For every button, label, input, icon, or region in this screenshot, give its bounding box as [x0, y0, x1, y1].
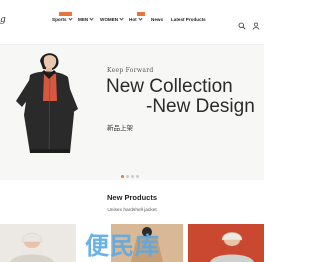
products-section-subtitle: Unisex hardshell jacket [107, 208, 157, 213]
nav-item-women[interactable]: WOMEN [100, 16, 124, 22]
nav-label-latest-products: Latest Products [171, 17, 206, 22]
chevron-down-icon [89, 16, 94, 21]
chevron-down-icon [67, 16, 73, 21]
chevron-down-icon [119, 16, 124, 21]
carousel-dot-3[interactable] [131, 175, 134, 178]
nav-item-men[interactable]: MEN [78, 16, 94, 22]
nav-badge-hot [137, 12, 145, 16]
brand-logo[interactable]: g [0, 15, 6, 25]
hero-kicker: Keep Forward [107, 67, 154, 74]
nav-item-latest-products[interactable]: Latest Products [171, 17, 206, 22]
product-card-3[interactable] [188, 224, 264, 262]
hero-subtitle: 新品上架 [107, 125, 133, 132]
product-image-3 [210, 232, 254, 262]
chevron-down-icon [138, 16, 143, 21]
nav-label-men: MEN [78, 17, 89, 22]
carousel-dot-4[interactable] [136, 175, 139, 178]
carousel-dot-1[interactable] [121, 175, 124, 178]
nav-label-sports: Sports [52, 17, 67, 22]
hero-model-image [16, 53, 78, 154]
product-card-1[interactable] [0, 224, 76, 262]
hero-headline-line1: New Collection [106, 76, 233, 97]
nav-label-hot: Hot [129, 17, 137, 22]
watermark-text: 便民库 [85, 233, 160, 260]
search-icon[interactable] [238, 17, 246, 30]
site-header: g Sports MEN WOMEN Hot News Latest Produ… [0, 0, 264, 44]
nav-item-hot[interactable]: Hot [129, 12, 145, 22]
nav-item-sports[interactable]: Sports [52, 12, 73, 22]
nav-item-news[interactable]: News [151, 17, 163, 22]
hero-headline-line2: -New Design [146, 96, 255, 117]
hero-banner[interactable]: Keep Forward New Collection -New Design … [0, 45, 264, 180]
products-section-title: New Products [106, 193, 157, 202]
user-icon[interactable] [252, 17, 260, 30]
carousel-dot-2[interactable] [126, 175, 129, 178]
nav-label-news: News [151, 17, 164, 22]
nav-label-women: WOMEN [100, 17, 119, 22]
product-image-1 [10, 232, 54, 262]
